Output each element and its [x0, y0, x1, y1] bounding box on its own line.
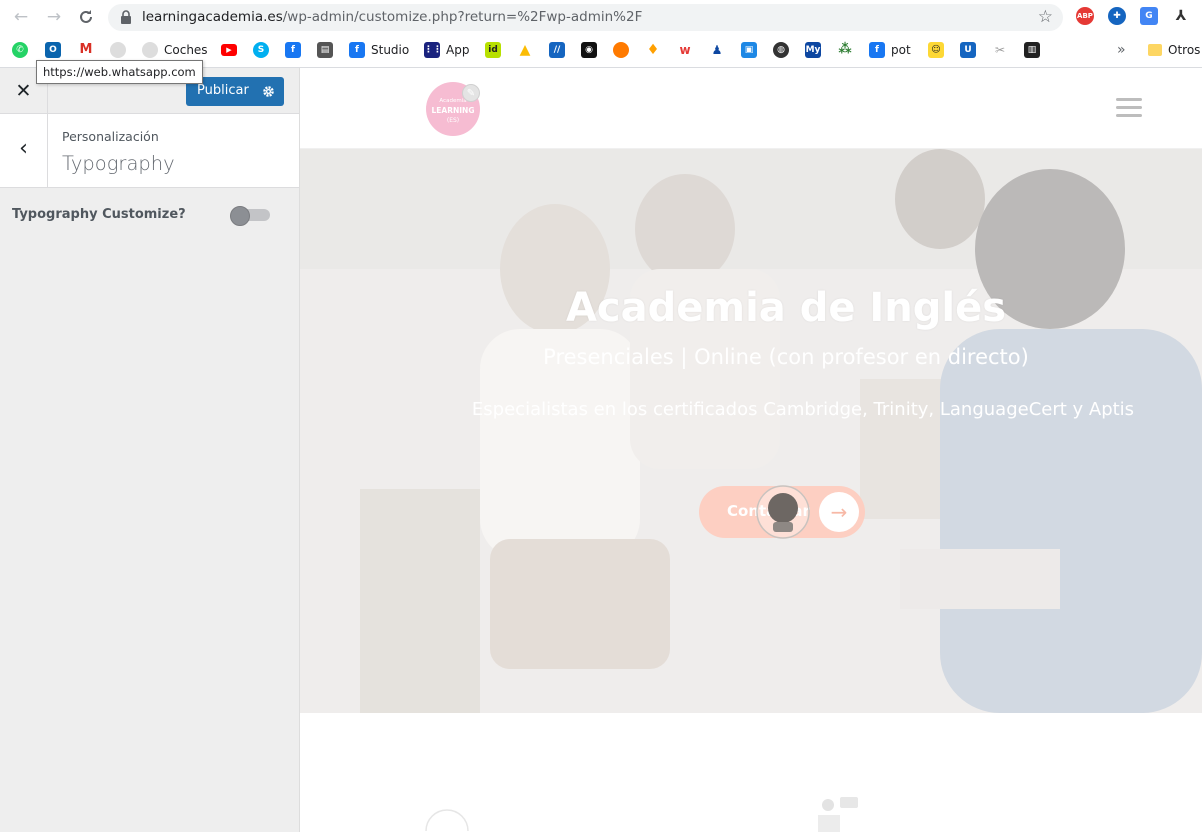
hero-subtitle: Presenciales | Online (con profesor en d… — [543, 345, 1029, 369]
forward-arrow-icon[interactable]: → — [43, 6, 65, 28]
browser-chrome: ← → learningacademia.es/wp-admin/customi… — [0, 0, 1202, 68]
chevron-left-icon: ‹ — [19, 136, 28, 161]
address-bar[interactable]: learningacademia.es/wp-admin/customize.p… — [108, 4, 1063, 31]
back-arrow-icon[interactable]: ← — [10, 6, 32, 28]
id-icon: id — [485, 42, 501, 58]
hero-section: Academia de Inglés Presenciales | Online… — [300, 149, 1202, 713]
facebook-icon: f — [869, 42, 885, 58]
bookmark-tools[interactable]: ✂ — [992, 41, 1008, 59]
edit-shortcut-icon[interactable]: ✎ — [462, 84, 480, 102]
bookmark-orange[interactable] — [613, 41, 629, 59]
hero-overlay — [300, 149, 1202, 713]
slash-icon: // — [549, 42, 565, 58]
hamburger-menu-icon[interactable] — [1116, 98, 1142, 118]
bookmark-my[interactable]: My — [805, 41, 821, 59]
toggle-knob — [230, 206, 250, 226]
arrow-right-icon: → — [819, 492, 859, 532]
bookmark-facebook[interactable]: f — [285, 41, 301, 59]
bookmark-box[interactable]: ▣ — [741, 41, 757, 59]
gear-icon[interactable] — [252, 77, 284, 106]
bookmark-ghost[interactable]: ☺ — [928, 41, 944, 59]
site-preview: Academia LEARNING (ES) ✎ Academia de Ing… — [300, 68, 1202, 832]
teacher-illustration-icon — [818, 797, 858, 832]
back-button[interactable]: ‹ — [0, 114, 48, 187]
dark-site-icon: ◉ — [581, 42, 597, 58]
browser-toolbar: ← → learningacademia.es/wp-admin/customi… — [0, 0, 1202, 35]
link-tooltip: https://web.whatsapp.com — [36, 60, 203, 84]
orange-site-icon — [613, 42, 629, 58]
star-icon[interactable]: ☆ — [1038, 7, 1053, 27]
square-icon: ▥ — [1024, 42, 1040, 58]
bookmark-w[interactable]: w — [677, 41, 693, 59]
box-icon: ▣ — [741, 42, 757, 58]
bookmark-gmail[interactable]: M — [78, 41, 94, 59]
outlook-icon: O — [45, 42, 61, 58]
more-bookmarks-button[interactable]: » — [1117, 41, 1126, 59]
bookmark-dots[interactable]: ⁂ — [837, 41, 853, 59]
facebook-icon: f — [285, 42, 301, 58]
reload-icon[interactable] — [75, 6, 97, 28]
hero-title: Academia de Inglés — [565, 285, 1007, 331]
typography-customize-label: Typography Customize? — [12, 207, 186, 222]
whatsapp-icon: ✆ — [12, 42, 28, 58]
section-title: Typography — [62, 152, 175, 175]
bookmark-outlook[interactable]: O — [45, 41, 61, 59]
bookmark-dark[interactable]: ◉ — [581, 41, 597, 59]
site-header: Academia LEARNING (ES) ✎ — [300, 68, 1202, 149]
section-header: ‹ Personalización Typography — [0, 114, 299, 188]
bookmark-pot[interactable]: f pot — [869, 41, 911, 59]
feature-icon — [425, 809, 469, 832]
lock-icon — [121, 10, 131, 24]
bookmark-id[interactable]: id — [485, 41, 501, 59]
breadcrumb: Personalización — [62, 129, 159, 144]
bookmark-square[interactable]: ▥ — [1024, 41, 1040, 59]
u-icon: U — [960, 42, 976, 58]
my-icon: My — [805, 42, 821, 58]
folder-icon — [1148, 44, 1162, 56]
tools-icon: ✂ — [994, 43, 1006, 57]
bookmark-app[interactable]: ⋮⋮ App — [424, 41, 469, 59]
bookmark-skype[interactable]: S — [253, 41, 269, 59]
bookmark-u[interactable]: U — [960, 41, 976, 59]
bookmark-whatsapp[interactable]: ✆ — [12, 41, 28, 59]
lambda-icon[interactable]: ⅄ — [1172, 7, 1190, 25]
bookmark-studio[interactable]: f Studio — [349, 41, 409, 59]
facebook-icon: f — [349, 42, 365, 58]
drive-icon: ▲ — [519, 42, 531, 58]
dots-icon: ⁂ — [838, 42, 852, 57]
bookmark-slash[interactable]: // — [549, 41, 565, 59]
grid-app-icon: ⋮⋮ — [424, 42, 442, 58]
loading-spinner-icon — [756, 485, 810, 539]
bookmark-site[interactable] — [110, 41, 126, 59]
bookmark-youtube[interactable]: ▶ — [221, 41, 237, 59]
ghost-icon: ☺ — [928, 42, 944, 58]
bookmark-globe[interactable]: ◍ — [773, 41, 789, 59]
bookmark-coches[interactable]: Coches — [142, 41, 208, 59]
bookmark-print[interactable]: ▤ — [317, 41, 333, 59]
below-hero-section — [300, 713, 1202, 832]
translate-icon[interactable]: G — [1140, 7, 1158, 25]
site-icon — [142, 42, 158, 58]
customizer-sidebar: ✕ Publicar ‹ Personalización Typography … — [0, 68, 300, 832]
typography-customize-toggle[interactable] — [230, 206, 270, 226]
youtube-icon: ▶ — [221, 44, 237, 56]
figure-icon: ♟ — [711, 43, 723, 57]
other-bookmarks-folder[interactable]: Otros — [1148, 41, 1200, 59]
hero-description: Especialistas en los certificados Cambri… — [471, 399, 1135, 420]
gmail-icon: M — [78, 42, 94, 58]
extension-icon[interactable]: ✚ — [1108, 7, 1126, 25]
w-icon: w — [679, 43, 691, 57]
print-icon: ▤ — [317, 42, 333, 58]
firebase-icon: ♦ — [646, 42, 660, 58]
globe-icon: ◍ — [773, 42, 789, 58]
bookmark-figure[interactable]: ♟ — [709, 41, 725, 59]
adblock-icon[interactable]: ABP — [1076, 7, 1094, 25]
bookmark-firebase[interactable]: ♦ — [645, 41, 661, 59]
site-icon — [110, 42, 126, 58]
skype-icon: S — [253, 42, 269, 58]
url-text: learningacademia.es/wp-admin/customize.p… — [142, 9, 643, 25]
bookmark-drive[interactable]: ▲ — [517, 41, 533, 59]
publish-label: Publicar — [197, 83, 249, 98]
close-icon: ✕ — [15, 80, 32, 102]
